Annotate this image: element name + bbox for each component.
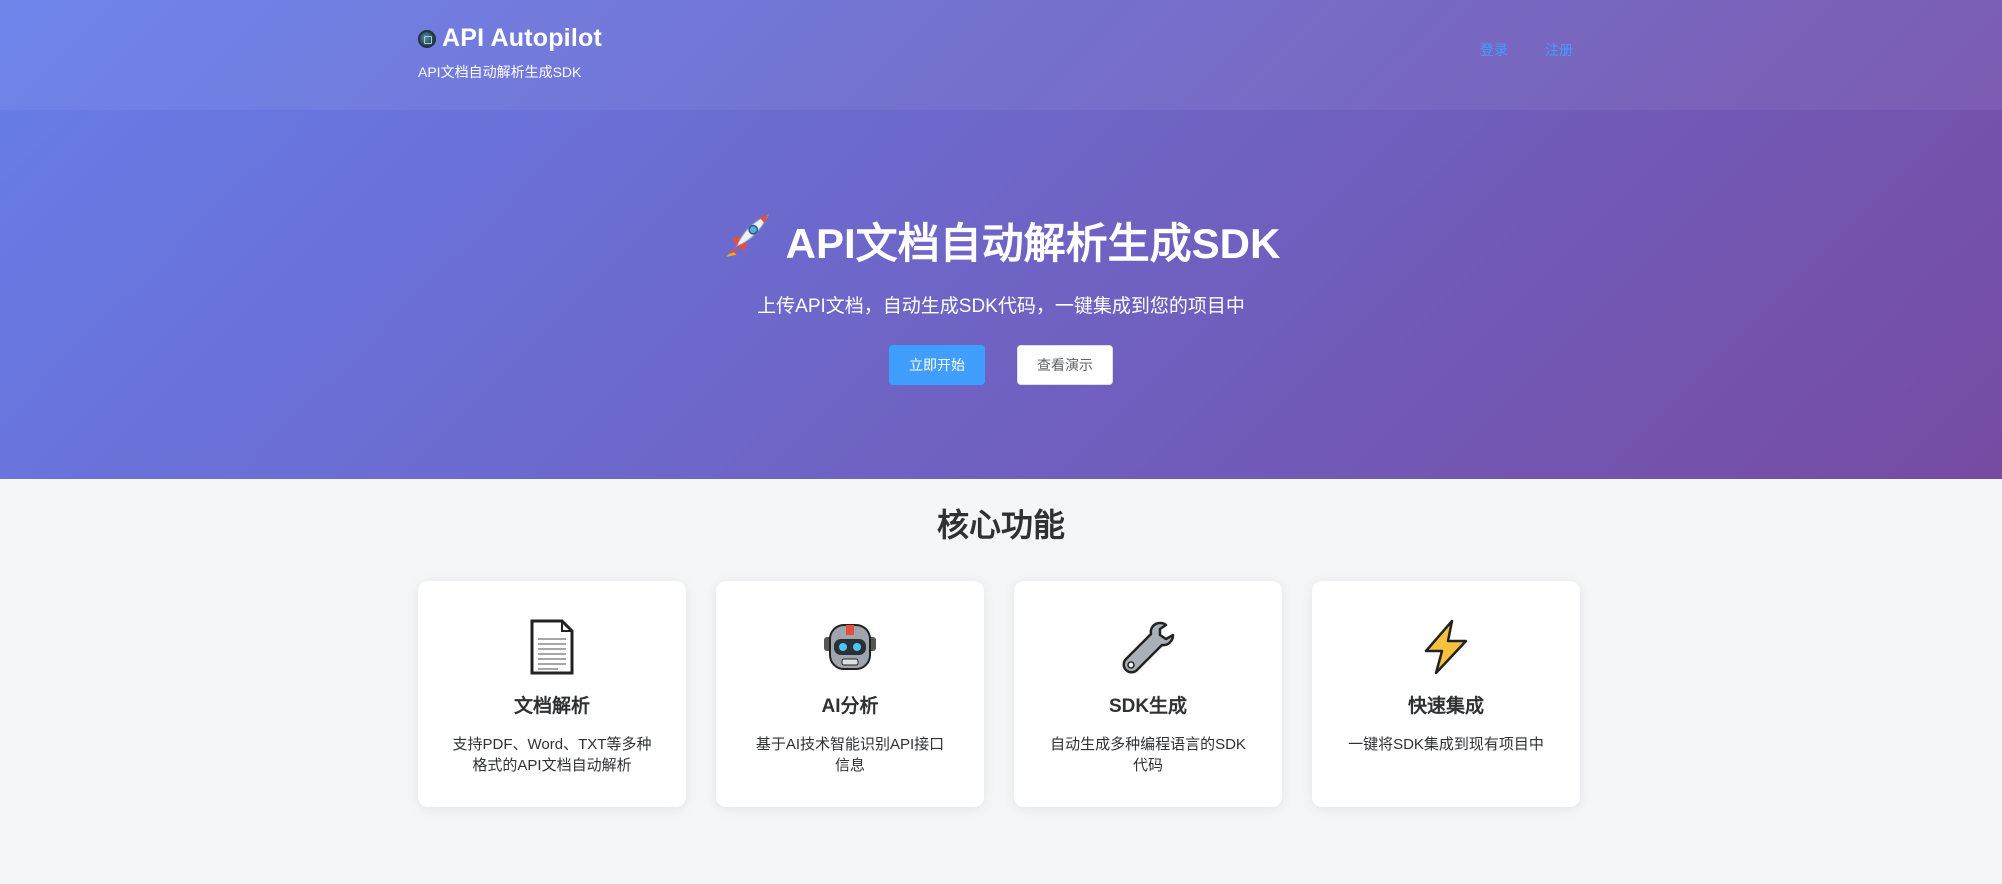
feature-card-title: SDK生成	[1108, 696, 1188, 717]
robot-logo-icon	[418, 29, 436, 48]
features-title: 核心功能	[936, 507, 1065, 543]
hero-title: API文档自动解析生成SDK	[722, 210, 1281, 271]
start-now-button[interactable]: 立即开始	[889, 345, 985, 385]
document-icon	[418, 617, 686, 677]
feature-card-desc: 一键将SDK集成到现有项目中	[1348, 736, 1544, 753]
brand-title: API Autopilot	[442, 24, 602, 52]
feature-card-desc: 支持PDF、Word、TXT等多种格式的API文档自动解析	[452, 736, 652, 774]
feature-card-title: 快速集成	[1407, 696, 1484, 717]
feature-card-sdk-gen: SDK生成 自动生成多种编程语言的SDK代码	[1014, 581, 1282, 807]
rocket-icon	[722, 211, 772, 271]
brand-subtitle: API文档自动解析生成SDK	[418, 64, 582, 80]
robot-icon	[716, 617, 984, 677]
header-nav: 登录 注册	[1480, 40, 1573, 60]
feature-cards: 文档解析 支持PDF、Word、TXT等多种格式的API文档自动解析 AI分析 …	[418, 581, 1580, 807]
brand: API Autopilot API文档自动解析生成SDK	[418, 24, 602, 82]
feature-card-ai-analysis: AI分析 基于AI技术智能识别API接口信息	[716, 581, 984, 807]
feature-card-doc-parse: 文档解析 支持PDF、Word、TXT等多种格式的API文档自动解析	[418, 581, 686, 807]
hero-section: API文档自动解析生成SDK 上传API文档，自动生成SDK代码，一键集成到您的…	[0, 210, 2002, 385]
site-header: API Autopilot API文档自动解析生成SDK 登录 注册	[0, 0, 2002, 110]
feature-card-quick-integrate: 快速集成 一键将SDK集成到现有项目中	[1312, 581, 1580, 807]
hero-title-text: API文档自动解析生成SDK	[785, 220, 1281, 267]
brand-row: API Autopilot	[418, 24, 602, 53]
login-link[interactable]: 登录	[1480, 40, 1508, 60]
feature-card-desc: 自动生成多种编程语言的SDK代码	[1050, 736, 1246, 774]
hero-subtitle: 上传API文档，自动生成SDK代码，一键集成到您的项目中	[757, 296, 1245, 317]
lightning-icon	[1312, 617, 1580, 677]
feature-card-title: 文档解析	[513, 696, 590, 717]
view-demo-button[interactable]: 查看演示	[1017, 345, 1113, 385]
hero-buttons: 立即开始 查看演示	[0, 345, 2002, 385]
feature-card-title: AI分析	[821, 696, 879, 717]
register-link[interactable]: 注册	[1545, 40, 1573, 60]
feature-card-desc: 基于AI技术智能识别API接口信息	[755, 736, 945, 774]
wrench-icon	[1014, 617, 1282, 677]
